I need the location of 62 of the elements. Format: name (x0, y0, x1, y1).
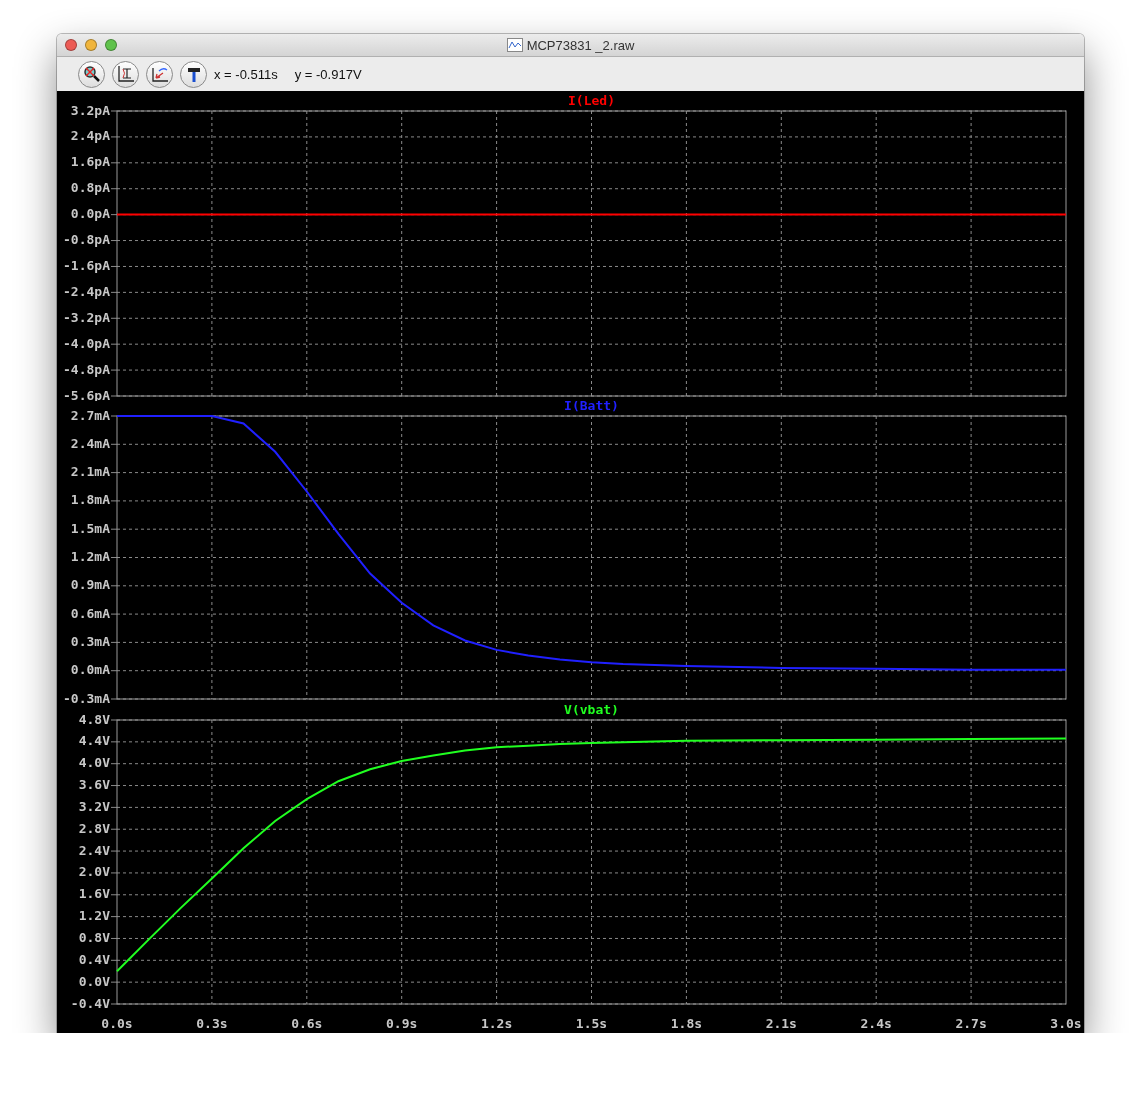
axis-label: 0.0V (78, 973, 110, 989)
axis-label: 1.2V (78, 908, 110, 924)
axis-label: 1.8mA (70, 492, 110, 508)
waveform-file-icon (506, 38, 523, 52)
axis-label: -0.4V (70, 995, 110, 1011)
tool-button[interactable] (78, 60, 105, 88)
axis-label: 0.9s (386, 1015, 418, 1031)
axis-label: 2.7mA (70, 407, 110, 423)
axis-label: 2.4s (860, 1015, 892, 1031)
axis-label: 1.5mA (70, 520, 110, 536)
axis-label: -4.0pA (63, 335, 110, 351)
magnifier-icon (82, 65, 101, 83)
axis-label: 0.6s (291, 1015, 323, 1031)
axis-label: 0.9mA (70, 577, 110, 593)
axis-label: 2.4V (78, 842, 110, 858)
axis-label: 0.6mA (70, 605, 110, 621)
axis-label: 2.0V (78, 864, 110, 880)
window-title: MCP73831 _2.raw (526, 37, 635, 53)
axis-label: 0.0pA (70, 206, 110, 222)
axis-label: 2.1mA (70, 464, 110, 480)
axis-label: 1.6V (78, 886, 110, 902)
axis-label: 1.5s (575, 1015, 608, 1031)
axis-label: -3.2pA (63, 309, 110, 325)
axis-label: 3.6V (78, 777, 110, 793)
axis-label: 4.4V (78, 733, 110, 749)
axis-label: 3.2pA (70, 102, 110, 118)
tool-button[interactable] (180, 60, 207, 88)
axis-label: 2.7s (955, 1015, 987, 1031)
axis-label: 0.4V (78, 951, 110, 967)
axis-label: 1.8s (670, 1015, 703, 1031)
axis-label: 3.2V (78, 798, 110, 814)
axis-label: 4.8V (78, 711, 110, 727)
axis-label: 1.2s (480, 1015, 513, 1031)
axis-label: 0.3mA (70, 633, 110, 649)
cursor-readout: x = -0.511s (214, 66, 278, 82)
axis-label: 1.2mA (70, 549, 110, 564)
axis-label: 0.8V (78, 929, 110, 945)
axis-range-icon (116, 65, 135, 83)
axis-label: 3.0s (1050, 1015, 1082, 1031)
axis-label: -0.8pA (63, 232, 110, 248)
close-button[interactable] (65, 39, 77, 51)
trace-title[interactable]: I(Led) (568, 92, 615, 108)
graph-arrow-icon (150, 65, 169, 83)
axis-label: 0.3s (196, 1015, 228, 1031)
axis-label: -2.4pA (63, 283, 110, 299)
axis-label: 1.6pA (70, 154, 110, 170)
axis-label: 0.8pA (70, 180, 110, 196)
axis-label: 0.0s (101, 1015, 133, 1031)
axis-label: 2.1s (765, 1015, 797, 1031)
tool-button[interactable] (146, 60, 173, 88)
axis-label: 2.4mA (70, 435, 110, 451)
zoom-button[interactable] (105, 39, 117, 51)
axis-label: 2.4pA (70, 128, 110, 144)
axis-label: 2.8V (78, 820, 110, 836)
minimize-button[interactable] (85, 39, 97, 51)
cursor-readout: y = -0.917V (294, 66, 362, 82)
tool-button[interactable] (112, 60, 139, 88)
axis-label: -0.3mA (63, 690, 110, 705)
axis-label: -1.6pA (63, 257, 110, 273)
axis-label: 0.0mA (70, 662, 110, 678)
axis-label: 4.0V (78, 755, 110, 771)
axis-label: -4.8pA (63, 361, 110, 377)
